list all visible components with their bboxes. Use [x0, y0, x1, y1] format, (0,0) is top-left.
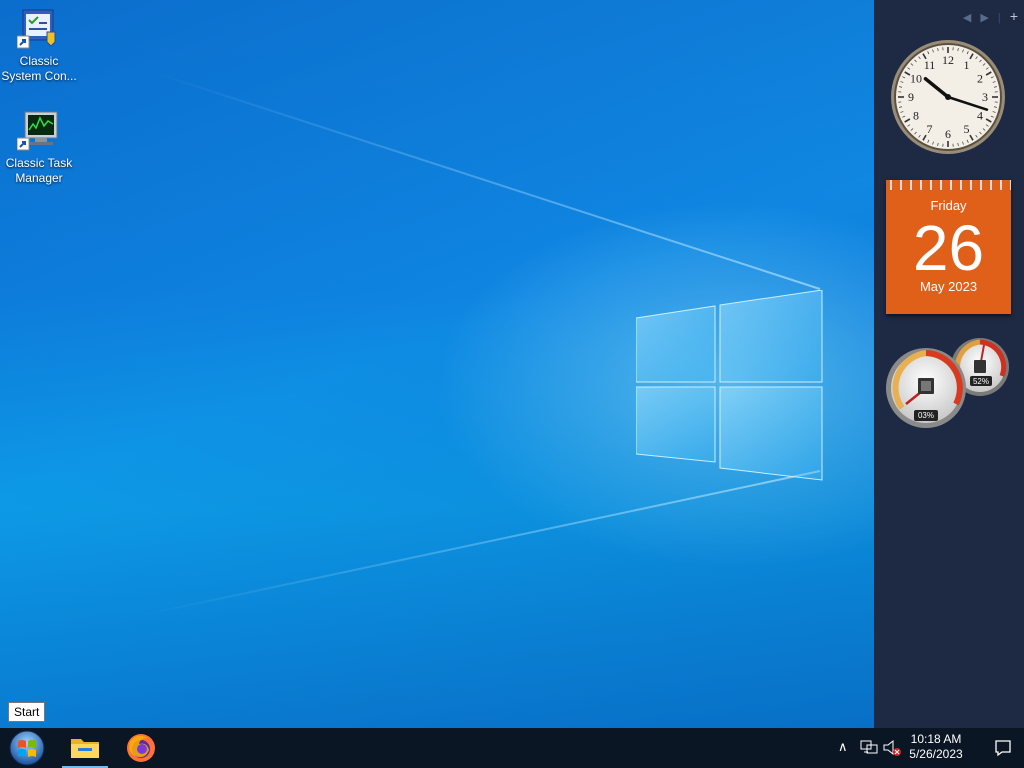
calendar-rings [886, 180, 1011, 190]
start-orb-icon [9, 730, 45, 766]
firefox-icon [127, 734, 155, 762]
taskbar: ∧ 10:18 AM 5/26/2023 [0, 728, 1024, 768]
notification-center-icon[interactable] [994, 739, 1012, 757]
clock-numeral: 5 [964, 122, 970, 136]
clock-numeral: 3 [982, 90, 988, 104]
calendar-weekday: Friday [930, 198, 967, 213]
clock-numeral: 7 [927, 122, 933, 136]
calendar-month: May 2023 [919, 279, 978, 294]
start-tooltip: Start [8, 702, 46, 722]
clock-numeral: 1 [964, 58, 970, 72]
clock-numeral: 12 [942, 53, 954, 67]
folder-icon [71, 739, 99, 758]
task-manager-icon [16, 110, 61, 154]
taskbar-date: 5/26/2023 [909, 747, 963, 761]
next-arrow-icon[interactable]: ▶ [980, 12, 988, 24]
start-button[interactable] [4, 728, 50, 768]
clock-numeral: 6 [945, 127, 951, 141]
system-tray: ∧ 10:18 AM 5/26/2023 [824, 728, 1024, 768]
previous-arrow-icon[interactable]: ◀ [963, 12, 971, 24]
calendar-day: 26 [912, 212, 985, 284]
add-gadget-icon[interactable]: + [1010, 8, 1018, 24]
taskbar-clock[interactable]: 10:18 AM 5/26/2023 [906, 732, 966, 762]
windows-logo [636, 290, 823, 481]
calendar-gadget[interactable]: Friday 26 May 2023 [886, 180, 1011, 314]
desktop-icon-classic-task-manager[interactable]: Classic Task Manager [1, 110, 77, 186]
clock-numeral: 8 [913, 109, 919, 123]
cpu-meter-gadget[interactable]: 52% 03% [884, 336, 1012, 432]
network-icon[interactable] [860, 740, 878, 756]
taskbar-time: 10:18 AM [910, 732, 962, 746]
clock-numeral: 11 [924, 58, 936, 72]
taskbar-file-explorer[interactable] [62, 728, 108, 768]
desktop-icon-label: Classic Task Manager [5, 156, 73, 185]
taskbar-firefox[interactable] [118, 728, 164, 768]
desktop-icon-label: Classic System Con... [1, 54, 77, 83]
clock-numeral: 10 [910, 72, 922, 86]
memory-percent: 52% [973, 377, 989, 386]
sidebar-controls: ◀ ▶ | + [962, 8, 1018, 24]
clock-gadget[interactable]: 1234567891011 12 [888, 38, 1008, 156]
light-ray [135, 470, 821, 618]
chevron-up-icon[interactable]: ∧ [838, 739, 848, 755]
desktop-background: Classic System Con... Classic Task Manag… [0, 0, 1024, 728]
desktop-icon-classic-system-control[interactable]: Classic System Con... [1, 8, 77, 84]
clock-numeral: 2 [977, 72, 983, 86]
clock-numeral: 4 [977, 109, 983, 123]
cpu-percent: 03% [918, 411, 934, 420]
volume-muted-icon[interactable] [882, 739, 902, 757]
light-ray [153, 71, 821, 290]
control-panel-icon [16, 8, 61, 52]
clock-numeral: 9 [908, 90, 914, 104]
